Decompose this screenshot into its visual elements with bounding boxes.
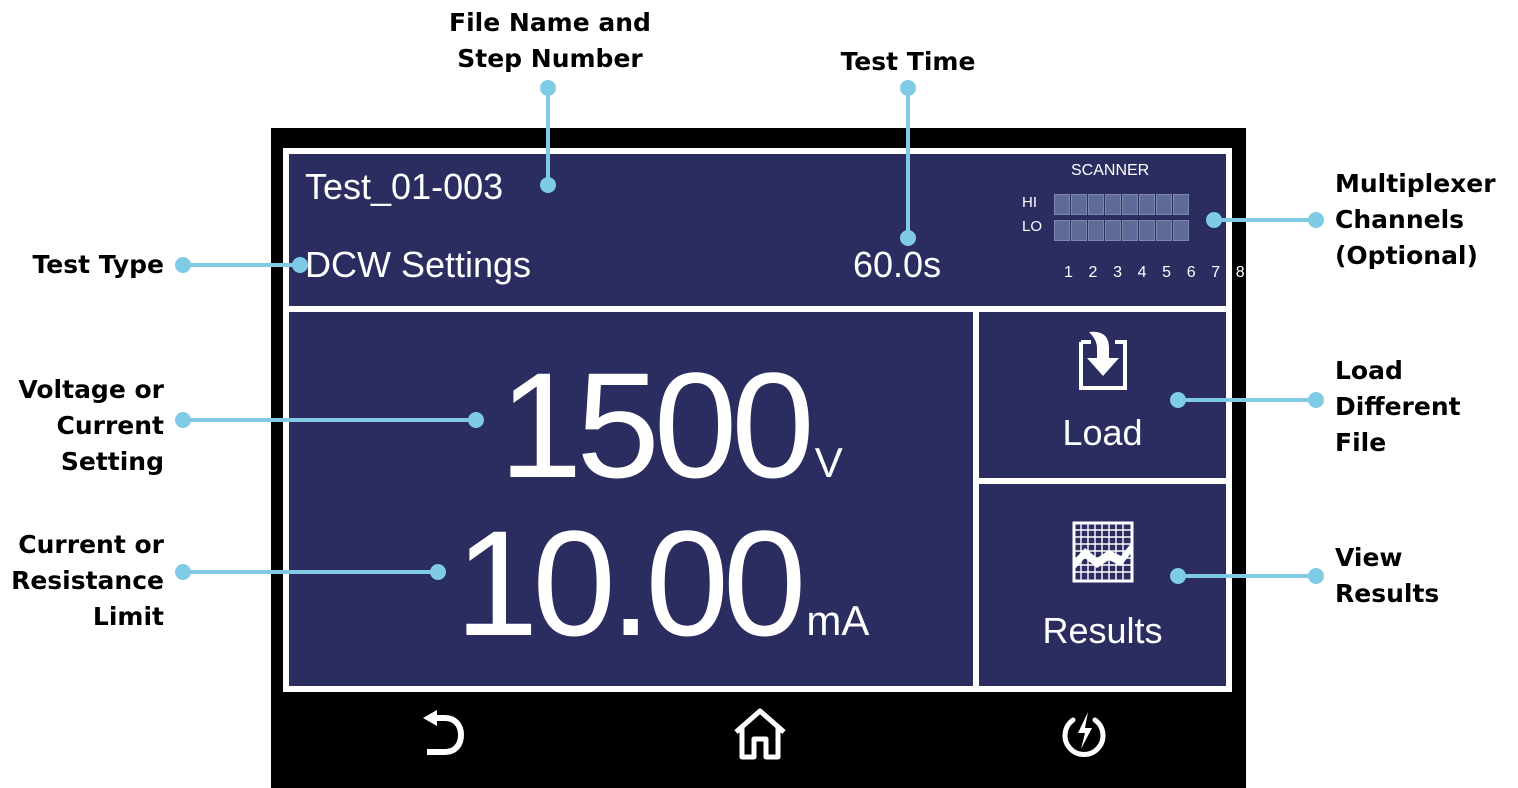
callout-test-type: Test Type xyxy=(0,247,164,283)
callout-current-resistance: Current or Resistance Limit xyxy=(0,527,164,635)
callout-line: Voltage or xyxy=(18,375,164,404)
scanner-lo-row xyxy=(1054,220,1189,241)
test-time-value: 60.0s xyxy=(853,244,942,285)
callout-line: Resistance xyxy=(11,566,164,595)
scanner-lo-channel-4 xyxy=(1105,220,1121,241)
voltage-setting: 1500 V xyxy=(499,350,843,500)
scanner-channel-numbers: 1 2 3 4 5 6 7 8 xyxy=(1064,264,1251,281)
scanner-title: SCANNER xyxy=(1071,162,1150,179)
callout-line: Results xyxy=(1335,579,1440,608)
scanner-hi-channel-3 xyxy=(1088,194,1104,215)
results-button[interactable]: Results xyxy=(979,484,1226,686)
scanner-hi-channel-4 xyxy=(1105,194,1121,215)
load-file-icon xyxy=(1079,331,1127,390)
scanner-lo-label: LO xyxy=(1022,218,1043,235)
callout-line: View xyxy=(1335,543,1403,572)
back-arrow-icon[interactable] xyxy=(421,710,465,758)
scanner-hi-channel-8 xyxy=(1173,194,1189,215)
scanner-hi-channel-2 xyxy=(1071,194,1087,215)
callout-load-file: Load Different File xyxy=(1335,353,1515,461)
results-chart-icon xyxy=(1072,521,1134,583)
leader-dot xyxy=(1308,392,1324,408)
status-header: Test_01-003 DCW Settings 60.0s SCANNER H… xyxy=(289,154,1245,306)
scanner-lo-channel-2 xyxy=(1071,220,1087,241)
callout-line: (Optional) xyxy=(1335,241,1478,270)
load-button[interactable]: Load xyxy=(979,312,1226,478)
callout-line: Channels xyxy=(1335,205,1465,234)
load-button-label: Load xyxy=(1062,412,1143,453)
callout-line: Test Time xyxy=(840,47,976,76)
scanner-hi-channel-5 xyxy=(1122,194,1138,215)
file-name-step: Test_01-003 xyxy=(305,166,504,207)
limit-value: 10.00 xyxy=(455,499,806,667)
callout-line: Multiplexer xyxy=(1335,169,1496,198)
callout-line: Limit xyxy=(92,602,164,631)
callout-file-name-step: File Name and Step Number xyxy=(440,5,660,77)
leader-dot xyxy=(540,80,556,96)
home-icon[interactable] xyxy=(731,706,789,762)
scanner-hi-row xyxy=(1054,194,1189,215)
leader-dot xyxy=(900,80,916,96)
results-button-label: Results xyxy=(1042,610,1163,651)
scanner-lo-channel-7 xyxy=(1156,220,1172,241)
scanner-hi-channel-1 xyxy=(1054,194,1070,215)
callout-line: Different xyxy=(1335,392,1461,421)
scanner-hi-channel-6 xyxy=(1139,194,1155,215)
leader-dot xyxy=(1308,212,1324,228)
callout-line: Current xyxy=(56,411,164,440)
scanner-lo-channel-5 xyxy=(1122,220,1138,241)
callout-line: File Name and xyxy=(449,8,651,37)
limit-unit: mA xyxy=(806,597,870,644)
power-icon[interactable] xyxy=(1059,706,1109,762)
callout-view-results: View Results xyxy=(1335,540,1515,612)
scanner-hi-channel-7 xyxy=(1156,194,1172,215)
leader-dot xyxy=(175,257,191,273)
callout-voltage-current: Voltage or Current Setting xyxy=(0,372,164,480)
scanner-lo-channel-3 xyxy=(1088,220,1104,241)
leader-dot xyxy=(1308,568,1324,584)
scanner-lo-channel-6 xyxy=(1139,220,1155,241)
device-bezel: Test_01-003 DCW Settings 60.0s SCANNER H… xyxy=(271,128,1246,788)
limit-setting: 10.00 mA xyxy=(455,508,869,658)
test-type-label: DCW Settings xyxy=(305,244,532,285)
callout-line: Current or xyxy=(18,530,164,559)
callout-line: Test Type xyxy=(32,250,164,279)
callout-test-time: Test Time xyxy=(808,44,1008,80)
settings-panel: 1500 V 10.00 mA xyxy=(289,312,973,686)
scanner-lo-channel-1 xyxy=(1054,220,1070,241)
scanner-hi-label: HI xyxy=(1022,194,1037,211)
callout-line: File xyxy=(1335,428,1387,457)
callout-line: Setting xyxy=(60,447,164,476)
callout-line: Load xyxy=(1335,356,1403,385)
voltage-unit: V xyxy=(814,439,843,486)
scanner-lo-channel-8 xyxy=(1173,220,1189,241)
callout-line: Step Number xyxy=(457,44,643,73)
callout-multiplexer: Multiplexer Channels (Optional) xyxy=(1335,166,1515,274)
leader-dot xyxy=(175,564,191,580)
leader-dot xyxy=(175,412,191,428)
voltage-value: 1500 xyxy=(499,341,815,509)
touch-screen: Test_01-003 DCW Settings 60.0s SCANNER H… xyxy=(283,148,1245,692)
